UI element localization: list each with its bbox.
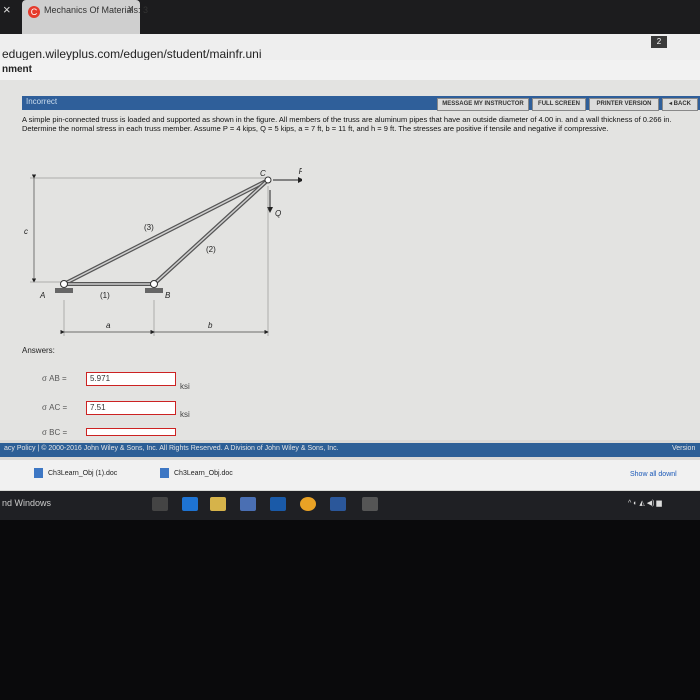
edge-browser-icon[interactable] bbox=[182, 497, 198, 511]
label-c-node: C bbox=[260, 169, 266, 178]
word-doc-icon bbox=[160, 468, 169, 479]
label-q: Q bbox=[275, 209, 281, 218]
label-member-1: (1) bbox=[100, 291, 110, 300]
problem-statement: A simple pin-connected truss is loaded a… bbox=[22, 115, 672, 133]
answer-ab-unit: ksi bbox=[180, 382, 190, 391]
file-explorer-icon[interactable] bbox=[210, 497, 226, 511]
assignment-bar bbox=[0, 60, 700, 81]
truss-figure: c A B C P Q (1) (2) (3) a b bbox=[24, 167, 302, 336]
show-all-downloads-link[interactable]: Show all downl bbox=[630, 471, 677, 478]
download-item[interactable]: Ch3Learn_Obj.doc bbox=[160, 466, 233, 482]
laptop-screen: × C Mechanics Of Materials: 3 x edugen.w… bbox=[0, 0, 700, 520]
support-a-icon bbox=[55, 288, 73, 293]
system-tray[interactable]: ^ ◐ ◭ ◀) ▆ bbox=[628, 499, 662, 507]
answer-ab-label: σ AB = bbox=[42, 374, 67, 383]
pin-b-icon bbox=[150, 280, 158, 288]
answer-ac-label: σ AC = bbox=[42, 403, 68, 412]
assignment-label: nment bbox=[2, 64, 32, 75]
label-member-2: (2) bbox=[206, 245, 216, 254]
support-b-icon bbox=[145, 288, 163, 293]
pin-a-icon bbox=[60, 280, 68, 288]
user-badge[interactable]: 2 bbox=[651, 36, 667, 48]
back-button[interactable]: ◂ BACK bbox=[662, 98, 698, 111]
footer-copyright[interactable]: acy Policy | © 2000-2016 John Wiley & So… bbox=[4, 445, 339, 452]
word-icon[interactable] bbox=[330, 497, 346, 511]
download-item-name: Ch3Learn_Obj (1).doc bbox=[48, 470, 118, 477]
member-2-highlight bbox=[153, 179, 269, 285]
label-a-dimension: a bbox=[106, 321, 111, 330]
favicon-icon: C bbox=[28, 6, 40, 18]
label-p: P bbox=[299, 167, 302, 176]
answer-bc-input[interactable] bbox=[86, 428, 176, 436]
answer-ac-unit: ksi bbox=[180, 410, 190, 419]
pin-c-icon bbox=[264, 176, 272, 184]
windows-taskbar bbox=[0, 491, 700, 520]
app-icon-2[interactable] bbox=[362, 497, 378, 511]
answer-ac-input[interactable]: 7.51 bbox=[86, 401, 176, 415]
answer-ab-input[interactable]: 5.971 bbox=[86, 372, 176, 386]
label-member-3: (3) bbox=[144, 223, 154, 232]
answers-label: Answers: bbox=[22, 346, 55, 355]
label-a-node: A bbox=[39, 291, 45, 300]
answer-bc-label: σ BC = bbox=[42, 428, 68, 437]
task-view-icon[interactable] bbox=[152, 497, 168, 511]
label-c-dimension: c bbox=[24, 227, 28, 236]
message-instructor-button[interactable]: MESSAGE MY INSTRUCTOR bbox=[437, 98, 529, 111]
status-badge: Incorrect bbox=[26, 97, 58, 106]
taskbar-label: nd Windows bbox=[2, 498, 52, 508]
app-icon[interactable] bbox=[270, 497, 286, 511]
download-item-name: Ch3Learn_Obj.doc bbox=[174, 470, 233, 477]
chrome-icon[interactable] bbox=[300, 497, 316, 511]
printer-version-button[interactable]: PRINTER VERSION bbox=[589, 98, 659, 111]
store-icon[interactable] bbox=[240, 497, 256, 511]
full-screen-button[interactable]: FULL SCREEN bbox=[532, 98, 586, 111]
label-b-dimension: b bbox=[208, 321, 213, 330]
download-item[interactable]: Ch3Learn_Obj (1).doc bbox=[34, 466, 117, 482]
tab-close-icon[interactable]: x bbox=[128, 3, 134, 15]
tab-close-left-icon[interactable]: × bbox=[3, 2, 11, 17]
label-b-node: B bbox=[165, 291, 171, 300]
word-doc-icon bbox=[34, 468, 43, 479]
browser-tab[interactable]: C Mechanics Of Materials: 3 x bbox=[22, 0, 148, 34]
url-text[interactable]: edugen.wileyplus.com/edugen/student/main… bbox=[2, 47, 262, 61]
member-3-highlight bbox=[63, 179, 269, 285]
footer-version: Version bbox=[672, 445, 696, 452]
